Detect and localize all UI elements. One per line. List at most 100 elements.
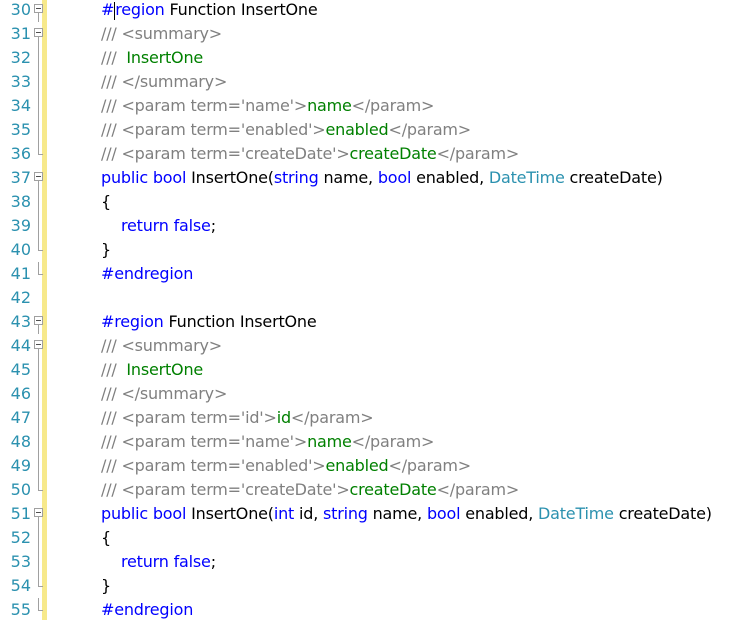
code-editor[interactable]: 30 #region Function InsertOne 31 /// <summa…: [0, 0, 744, 620]
line-number: 52: [10, 528, 31, 547]
code-token: int: [273, 504, 295, 523]
code-token: false: [173, 552, 211, 571]
code-token: </param>: [388, 120, 472, 139]
fold-end-marker: [34, 238, 43, 262]
code-line[interactable]: 36 /// <param term='createDate'>createDat…: [0, 142, 744, 166]
code-line[interactable]: 33 /// </summary>: [0, 70, 744, 94]
line-number: 50: [10, 480, 31, 499]
code-line[interactable]: 40}: [0, 238, 744, 262]
code-token: }: [101, 240, 111, 259]
code-token: {: [101, 192, 111, 211]
fold-guide-line: [34, 70, 42, 94]
line-number: 38: [10, 192, 31, 211]
code-line[interactable]: 51 public bool InsertOne(int id, string n…: [0, 502, 744, 526]
code-text: /// <param term='name'>name</param>: [101, 94, 434, 118]
code-line[interactable]: 50 /// <param term='createDate'>createDat…: [0, 478, 744, 502]
code-text: #endregion: [101, 598, 193, 622]
code-token: #region: [101, 312, 164, 331]
fold-end-marker: [34, 574, 43, 598]
line-number: 43: [10, 312, 31, 331]
code-line[interactable]: 35 /// <param term='enabled'>enabled</par…: [0, 118, 744, 142]
code-token: /// <summary>: [101, 336, 222, 355]
code-token: /// <param term='enabled'>: [101, 120, 326, 139]
collapse-toggle-icon[interactable]: [34, 22, 43, 46]
line-number: 55: [10, 600, 31, 619]
code-text: /// <param term='name'>name</param>: [101, 430, 434, 454]
code-token: name,: [318, 168, 378, 187]
code-token: ///: [101, 48, 122, 67]
fold-guide-line: [34, 46, 42, 70]
collapse-toggle-icon[interactable]: [34, 334, 43, 358]
code-token: createDate): [564, 168, 663, 187]
code-line[interactable]: 38 {: [0, 190, 744, 214]
code-token: enabled,: [411, 168, 489, 187]
line-number: 31: [10, 24, 31, 43]
collapse-toggle-icon[interactable]: [34, 166, 43, 190]
code-line[interactable]: 47 /// <param term='id'>id</param>: [0, 406, 744, 430]
code-line[interactable]: 37 public bool InsertOne(string name, boo…: [0, 166, 744, 190]
code-line[interactable]: 45 /// InsertOne: [0, 358, 744, 382]
code-token: #endregion: [101, 600, 194, 619]
line-number: 48: [10, 432, 31, 451]
collapse-toggle-icon[interactable]: [34, 502, 43, 526]
code-token: #: [101, 0, 115, 19]
code-text: #region Function InsertOne: [101, 0, 318, 22]
code-token: /// <param term='createDate'>: [101, 480, 350, 499]
code-token: </param>: [290, 408, 374, 427]
fold-guide-line: [34, 382, 42, 406]
code-line[interactable]: 32 /// InsertOne: [0, 46, 744, 70]
line-number: 45: [10, 360, 31, 379]
code-line[interactable]: 43 #region Function InsertOne: [0, 310, 744, 334]
line-number: 33: [10, 72, 31, 91]
line-number: 51: [10, 504, 31, 523]
line-number: 32: [10, 48, 31, 67]
code-token: </param>: [436, 480, 520, 499]
code-text: /// <summary>: [101, 22, 222, 46]
code-line[interactable]: 30 #region Function InsertOne: [0, 0, 744, 22]
fold-guide-line: [34, 118, 42, 142]
code-token: /// </summary>: [101, 384, 228, 403]
code-line[interactable]: 39 return false;: [0, 214, 744, 238]
fold-guide-line: [34, 430, 42, 454]
code-line[interactable]: 48 /// <param term='name'>name</param>: [0, 430, 744, 454]
code-token: createDate): [613, 504, 712, 523]
code-line[interactable]: 53 return false;: [0, 550, 744, 574]
fold-guide-line: [34, 526, 42, 550]
code-token: Function InsertOne: [163, 312, 317, 331]
code-line[interactable]: 41 #endregion: [0, 262, 744, 286]
code-line[interactable]: 31 /// <summary>: [0, 22, 744, 46]
code-token: /// <param term='createDate'>: [101, 144, 350, 163]
code-line[interactable]: 46 /// </summary>: [0, 382, 744, 406]
line-number: 53: [10, 552, 31, 571]
code-token: id: [276, 408, 291, 427]
code-line[interactable]: 52 {: [0, 526, 744, 550]
fold-guide-line: [34, 550, 42, 574]
code-text: {: [101, 190, 111, 214]
code-token: bool: [152, 168, 187, 187]
code-line[interactable]: 42: [0, 286, 744, 310]
code-token: public: [101, 504, 148, 523]
collapse-toggle-icon[interactable]: [34, 310, 43, 334]
code-line[interactable]: 49 /// <param term='enabled'>enabled</par…: [0, 454, 744, 478]
code-token: ///: [101, 360, 122, 379]
code-text: public bool InsertOne(int id, string nam…: [101, 502, 712, 526]
code-token: #endregion: [101, 264, 194, 283]
code-token: region: [115, 0, 165, 19]
code-text: }: [101, 574, 111, 598]
collapse-toggle-icon[interactable]: [34, 0, 43, 22]
code-text: /// </summary>: [101, 382, 227, 406]
fold-end-marker: [34, 142, 43, 166]
code-text: /// <param term='createDate'>createDate<…: [101, 142, 519, 166]
code-token: string: [322, 504, 368, 523]
code-line[interactable]: 54}: [0, 574, 744, 598]
code-token: bool: [426, 504, 461, 523]
fold-gutter-empty: [34, 286, 42, 310]
code-token: ;: [210, 552, 216, 571]
fold-guide-line: [34, 214, 42, 238]
code-line[interactable]: 55 #endregion: [0, 598, 744, 622]
code-text: #endregion: [101, 262, 193, 286]
code-line[interactable]: 34 /// <param term='name'>name</param>: [0, 94, 744, 118]
code-token: DateTime: [488, 168, 565, 187]
code-line[interactable]: 44 /// <summary>: [0, 334, 744, 358]
fold-end-marker: [34, 598, 43, 622]
